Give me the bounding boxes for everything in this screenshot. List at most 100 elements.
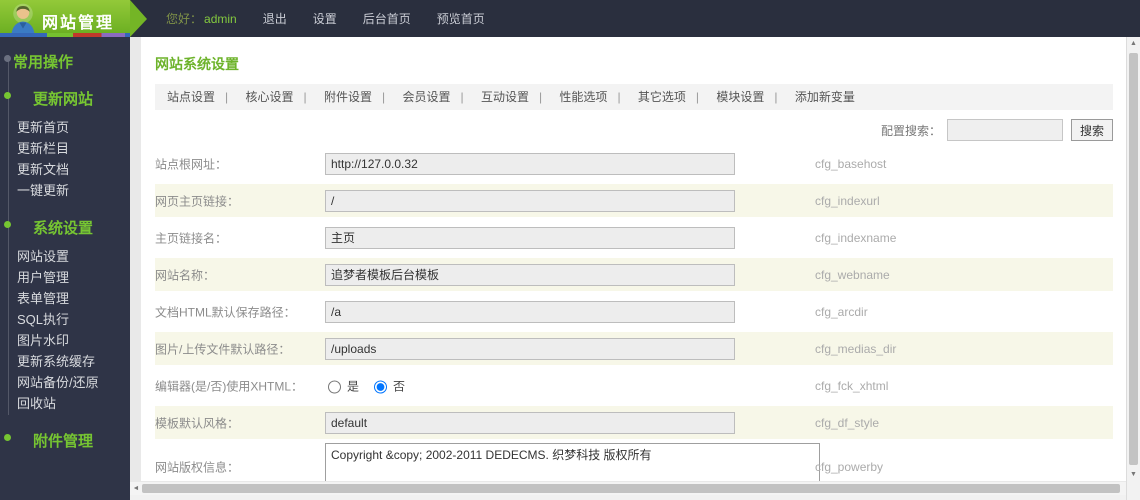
sidebar-item-sql-execute[interactable]: SQL执行 xyxy=(17,309,130,330)
cfg-indexname-input[interactable] xyxy=(325,226,735,249)
tab-other-options[interactable]: 其它选项 xyxy=(636,90,711,104)
body: 常用操作 更新网站 更新首页 更新栏目 更新文档 一键更新 系统设置 网站设置 … xyxy=(0,37,1140,500)
xhtml-radio-group: 是 否 xyxy=(323,377,405,394)
sidebar-item-recycle-bin[interactable]: 回收站 xyxy=(17,393,130,414)
bullet-icon xyxy=(4,92,11,99)
scroll-left-icon[interactable]: ◄ xyxy=(130,482,142,495)
var-name: cfg_webname xyxy=(815,267,890,282)
cfg-webname-input[interactable] xyxy=(325,263,735,286)
sidebar-group-attachments[interactable]: 附件管理 xyxy=(4,430,130,451)
sidebar-item-form-management[interactable]: 表单管理 xyxy=(17,288,130,309)
scroll-down-icon[interactable]: ▼ xyxy=(1127,469,1140,481)
tab-site-settings[interactable]: 站点设置 xyxy=(165,90,240,104)
field-label: 网站名称： xyxy=(155,268,216,282)
tab-interaction-settings[interactable]: 互动设置 xyxy=(479,90,554,104)
field-label: 模板默认风格： xyxy=(155,416,240,430)
menu-preview-home[interactable]: 预览首页 xyxy=(437,10,485,27)
tab-module-settings[interactable]: 模块设置 xyxy=(714,90,789,104)
config-search-input[interactable] xyxy=(946,119,1063,141)
cfg-arcdir-input[interactable] xyxy=(325,300,735,323)
greeting-text: 您好： admin xyxy=(166,10,237,27)
tab-performance-options[interactable]: 性能选项 xyxy=(557,90,632,104)
tab-attachment-settings[interactable]: 附件设置 xyxy=(322,90,397,104)
field-label: 网页主页链接： xyxy=(155,194,240,208)
menu-admin-home[interactable]: 后台首页 xyxy=(363,10,411,27)
cfg-powerby-textarea[interactable]: Copyright &copy; 2002-2011 DEDECMS. 织梦科技… xyxy=(325,443,820,481)
config-search-label: 配置搜索： xyxy=(880,123,941,138)
tab-core-settings[interactable]: 核心设置 xyxy=(243,90,318,104)
page-title: 网站系统设置 xyxy=(155,56,239,72)
form-row-fck-xhtml: 编辑器(是/否)使用XHTML： 是 否 cfg_fck_xhtml xyxy=(155,367,1113,404)
var-name: cfg_basehost xyxy=(815,156,887,171)
form-row-webname: 网站名称： cfg_webname xyxy=(155,256,1113,293)
sidebar-list-system: 网站设置 用户管理 表单管理 SQL执行 图片水印 更新系统缓存 网站备份/还原… xyxy=(0,246,130,414)
vertical-scrollbar[interactable]: ▲ ▼ xyxy=(1126,37,1140,500)
cfg-basehost-input[interactable] xyxy=(325,152,735,175)
vertical-scrollbar-thumb[interactable] xyxy=(1129,53,1138,465)
main-content: 网站系统设置 站点设置 核心设置 附件设置 会员设置 互动设置 性能选项 其它选… xyxy=(141,37,1127,481)
sidebar-item-update-cache[interactable]: 更新系统缓存 xyxy=(17,351,130,372)
sidebar-item-update-home[interactable]: 更新首页 xyxy=(17,117,130,138)
group-label: 附件管理 xyxy=(33,433,94,450)
form-row-indexurl: 网页主页链接： cfg_indexurl xyxy=(155,182,1113,219)
group-label: 更新网站 xyxy=(33,91,94,108)
top-menu: 您好： admin 退出 设置 后台首页 预览首页 xyxy=(166,0,485,37)
tab-add-new-variable[interactable]: 添加新变量 xyxy=(793,90,857,104)
bullet-icon xyxy=(4,55,11,62)
bullet-icon xyxy=(4,221,11,228)
menu-settings[interactable]: 设置 xyxy=(313,10,337,27)
cfg-df-style-input[interactable] xyxy=(325,411,735,434)
config-search-row: 配置搜索： 搜索 xyxy=(155,118,1113,142)
logo: 网站管理 xyxy=(0,0,130,37)
tab-member-settings[interactable]: 会员设置 xyxy=(400,90,475,104)
bullet-icon xyxy=(4,434,11,441)
radio-yes-input[interactable] xyxy=(328,380,341,394)
sidebar-item-update-docs[interactable]: 更新文档 xyxy=(17,159,130,180)
radio-no-input[interactable] xyxy=(374,380,388,394)
sidebar-group-update-site[interactable]: 更新网站 xyxy=(4,88,130,109)
topbar: 网站管理 您好： admin 退出 设置 后台首页 预览首页 xyxy=(0,0,1140,37)
sidebar-item-user-management[interactable]: 用户管理 xyxy=(17,267,130,288)
field-label: 编辑器(是/否)使用XHTML： xyxy=(155,379,303,393)
radio-option-no[interactable]: 否 xyxy=(369,377,405,394)
horizontal-scrollbar[interactable]: ◄ ► xyxy=(130,482,1140,495)
var-name: cfg_fck_xhtml xyxy=(815,378,889,393)
scroll-up-icon[interactable]: ▲ xyxy=(1127,38,1140,50)
search-button[interactable]: 搜索 xyxy=(1070,119,1113,141)
greeting-label: 您好： xyxy=(166,12,203,26)
sidebar-item-image-watermark[interactable]: 图片水印 xyxy=(17,330,130,351)
field-label: 文档HTML默认保存路径： xyxy=(155,305,296,319)
sidebar-item-site-settings[interactable]: 网站设置 xyxy=(17,246,130,267)
var-name: cfg_df_style xyxy=(815,415,880,430)
sidebar-group-system-settings[interactable]: 系统设置 xyxy=(4,217,130,238)
form-row-powerby: 网站版权信息： Copyright &copy; 2002-2011 DEDEC… xyxy=(155,441,1113,481)
field-label: 主页链接名： xyxy=(155,231,228,245)
field-label: 图片/上传文件默认路径： xyxy=(155,342,291,356)
form-row-df-style: 模板默认风格： cfg_df_style xyxy=(155,404,1113,441)
var-name: cfg_indexname xyxy=(815,230,897,245)
sidebar-item-backup-restore[interactable]: 网站备份/还原 xyxy=(17,372,130,393)
horizontal-scrollbar-thumb[interactable] xyxy=(142,484,1120,493)
radio-option-yes[interactable]: 是 xyxy=(323,377,359,394)
form-row-indexname: 主页链接名： cfg_indexname xyxy=(155,219,1113,256)
footer-strip xyxy=(130,495,1140,500)
radio-no-label: 否 xyxy=(393,379,406,393)
sidebar-item-one-click-update[interactable]: 一键更新 xyxy=(17,180,130,201)
menu-logout[interactable]: 退出 xyxy=(263,10,287,27)
var-name: cfg_medias_dir xyxy=(815,341,897,356)
cfg-medias-dir-input[interactable] xyxy=(325,337,735,360)
sidebar: 常用操作 更新网站 更新首页 更新栏目 更新文档 一键更新 系统设置 网站设置 … xyxy=(0,37,130,500)
sidebar-item-update-category[interactable]: 更新栏目 xyxy=(17,138,130,159)
form-row-arcdir: 文档HTML默认保存路径： cfg_arcdir xyxy=(155,293,1113,330)
sidebar-title-label: 常用操作 xyxy=(13,54,74,71)
settings-tabs: 站点设置 核心设置 附件设置 会员设置 互动设置 性能选项 其它选项 模块设置 … xyxy=(155,84,1113,110)
sidebar-list-update: 更新首页 更新栏目 更新文档 一键更新 xyxy=(0,117,130,201)
cfg-indexurl-input[interactable] xyxy=(325,189,735,212)
sidebar-rule-decoration xyxy=(8,55,9,415)
field-label: 站点根网址： xyxy=(155,157,228,171)
form-row-medias-dir: 图片/上传文件默认路径： cfg_medias_dir xyxy=(155,330,1113,367)
group-label: 系统设置 xyxy=(33,220,94,237)
app-window: 网站管理 您好：admin 退出 设置 后台首页 预览首页 常用操作 更新网站 xyxy=(0,0,1140,500)
sidebar-title-common-ops: 常用操作 xyxy=(4,51,130,72)
settings-form: 站点根网址： cfg_basehost 网页主页链接： cfg_indexurl… xyxy=(155,145,1113,481)
